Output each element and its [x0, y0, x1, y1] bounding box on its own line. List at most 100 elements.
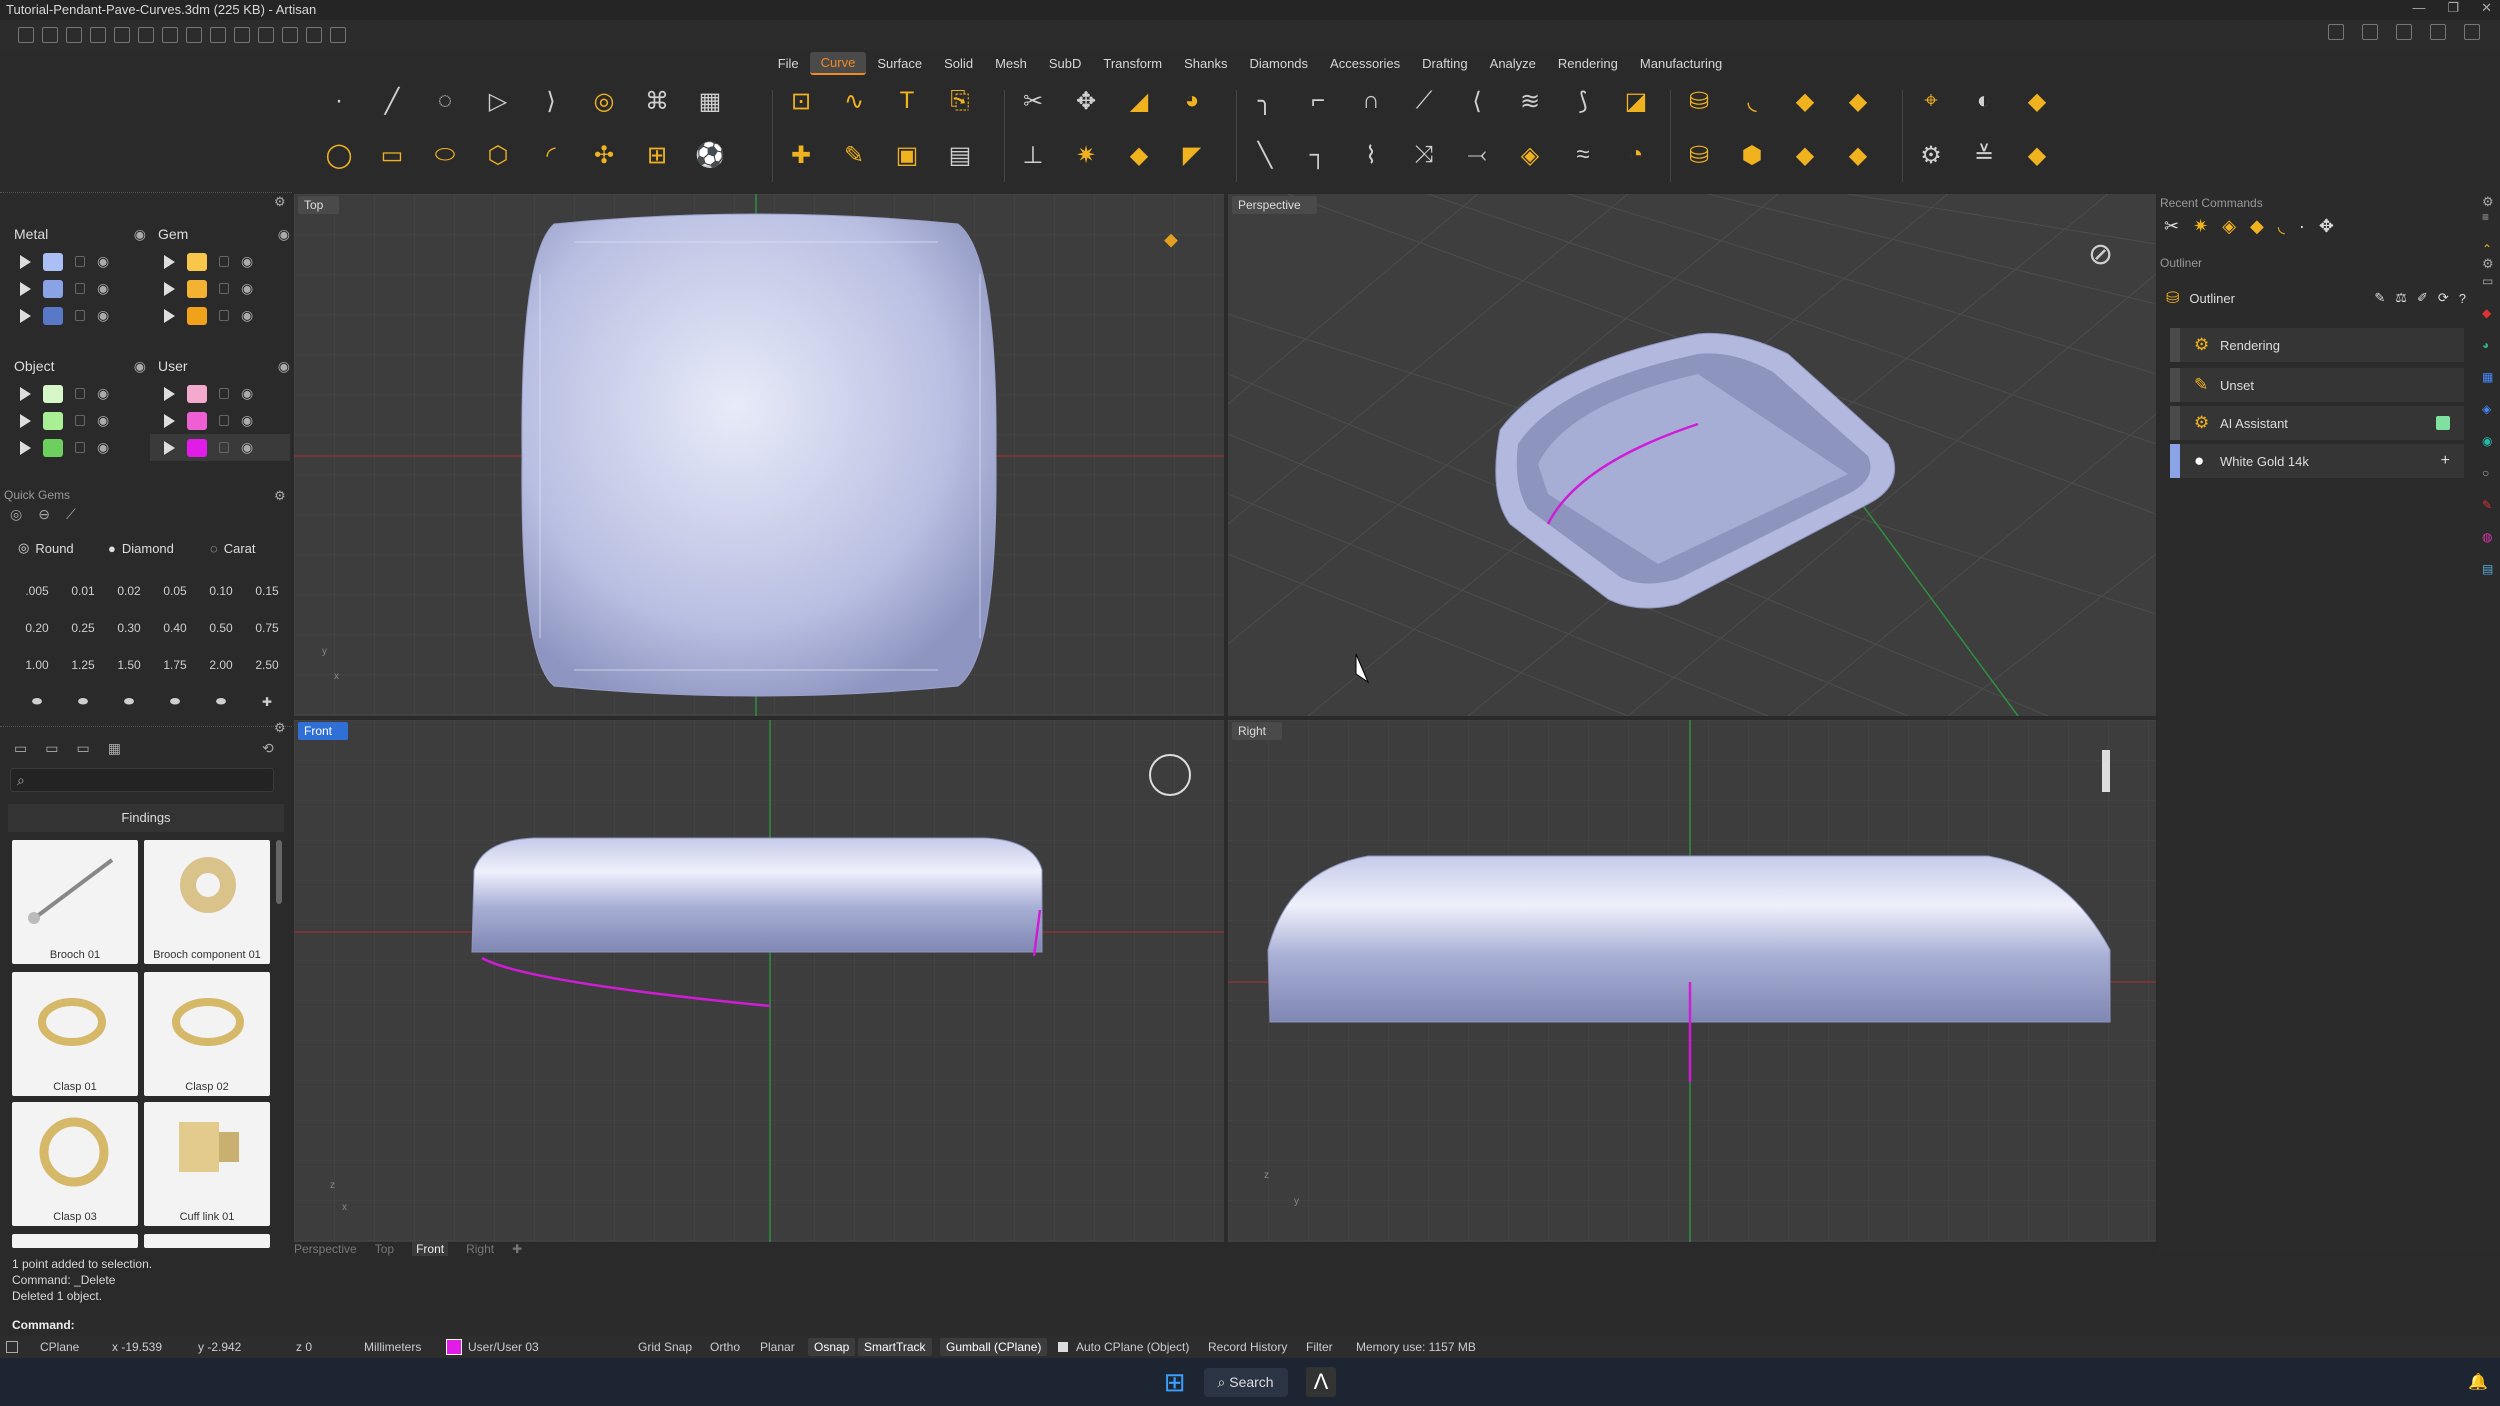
- sphere-points-icon[interactable]: ⚽: [691, 136, 729, 174]
- eye-icon[interactable]: ◉: [97, 412, 109, 429]
- gem-shape-icon[interactable]: ⬬: [152, 683, 198, 720]
- eye-icon[interactable]: ◉: [241, 307, 253, 324]
- notification-icon[interactable]: 🔔: [2468, 1372, 2488, 1392]
- import-folder-icon[interactable]: ▭: [76, 740, 89, 757]
- viewport-right[interactable]: z y Right: [1228, 720, 2156, 1242]
- gear-icon[interactable]: ⚙: [274, 194, 286, 210]
- curve-from-object-icon[interactable]: ✣: [585, 136, 623, 174]
- patch-icon[interactable]: ⬢: [1733, 136, 1771, 174]
- gem-size[interactable]: 0.30: [106, 609, 152, 646]
- maximize-button[interactable]: ❐: [2447, 0, 2459, 20]
- sketch-icon[interactable]: ∿: [835, 82, 873, 120]
- gem-size[interactable]: 0.40: [152, 609, 198, 646]
- info-icon[interactable]: [2362, 24, 2378, 40]
- viewport-label-perspective[interactable]: Perspective: [1232, 196, 1317, 214]
- eye-icon[interactable]: ◉: [278, 352, 290, 380]
- lock-icon[interactable]: [219, 256, 229, 267]
- gem-size[interactable]: 0.75: [244, 609, 290, 646]
- view-icon[interactable]: ▦: [2482, 370, 2493, 384]
- menu-manufacturing[interactable]: Manufacturing: [1629, 53, 1733, 74]
- gem-size[interactable]: 0.10: [198, 572, 244, 609]
- viewport-label-top[interactable]: Top: [298, 196, 340, 214]
- layer-color-swatch[interactable]: [43, 252, 63, 271]
- redo-icon[interactable]: [138, 27, 154, 43]
- cylinder-icon[interactable]: ⛁: [1680, 82, 1718, 120]
- cap-icon[interactable]: ◆: [1839, 136, 1877, 174]
- gumball-icon[interactable]: ⬥: [1164, 229, 1178, 251]
- layers-toggle-icon[interactable]: [2396, 24, 2412, 40]
- connect-icon[interactable]: ┐: [1299, 136, 1337, 174]
- eye-icon[interactable]: ◉: [241, 412, 253, 429]
- viewport-label-right[interactable]: Right: [1232, 722, 1283, 740]
- add-folder-icon[interactable]: ▭: [45, 740, 58, 757]
- gem-size[interactable]: 1.25: [60, 646, 106, 683]
- gem-size[interactable]: 0.15: [244, 572, 290, 609]
- expand-icon[interactable]: [164, 254, 175, 269]
- adjust-end-icon[interactable]: ⟨: [1458, 82, 1496, 120]
- gem-size[interactable]: 0.25: [60, 609, 106, 646]
- gem-size[interactable]: 1.75: [152, 646, 198, 683]
- new-file-icon[interactable]: [18, 27, 34, 43]
- color-icon[interactable]: ◆: [2482, 306, 2493, 320]
- join-icon[interactable]: ◢: [1120, 82, 1158, 120]
- fillet-icon[interactable]: ╮: [1246, 82, 1284, 120]
- lock-icon[interactable]: [219, 442, 229, 453]
- wave-icon[interactable]: ≈: [1564, 136, 1602, 174]
- recent-trim-icon[interactable]: ✂: [2164, 216, 2179, 237]
- library-category-select[interactable]: Findings: [8, 804, 284, 832]
- light-icon[interactable]: ○: [2482, 466, 2493, 480]
- layer-color-swatch[interactable]: [187, 252, 207, 271]
- layer-color-swatch[interactable]: [187, 411, 207, 430]
- revolve-icon[interactable]: ⛁: [1680, 136, 1718, 174]
- ring-side-icon[interactable]: [2102, 750, 2110, 792]
- viewport-label-front[interactable]: Front: [298, 722, 349, 740]
- gem-shape-icon[interactable]: ⬬: [60, 683, 106, 720]
- gem-size[interactable]: 0.50: [198, 609, 244, 646]
- outliner-row[interactable]: ✎ Unset: [2170, 368, 2464, 402]
- expand-icon[interactable]: [20, 386, 31, 401]
- eye-icon[interactable]: ◉: [241, 280, 253, 297]
- menu-drafting[interactable]: Drafting: [1411, 53, 1479, 74]
- refresh-icon[interactable]: ⟲: [262, 740, 274, 757]
- text-object-icon[interactable]: ⎘: [941, 82, 979, 120]
- save-icon[interactable]: [162, 27, 178, 43]
- layer-row[interactable]: ◉: [150, 407, 290, 434]
- recent-gem-icon[interactable]: ◈: [2222, 216, 2236, 237]
- layer-color-swatch[interactable]: [187, 279, 207, 298]
- layer-color-swatch[interactable]: [43, 438, 63, 457]
- menu-transform[interactable]: Transform: [1092, 53, 1173, 74]
- help-icon[interactable]: ?: [2459, 291, 2466, 306]
- material-panel-icon[interactable]: ◉: [2482, 434, 2493, 448]
- chamfer-icon[interactable]: ⌐: [1299, 82, 1337, 120]
- outliner-tab[interactable]: Outliner: [2189, 291, 2235, 306]
- fair-icon[interactable]: ⟆: [1564, 82, 1602, 120]
- blend-icon[interactable]: ∩: [1352, 82, 1390, 120]
- library-item[interactable]: [144, 1234, 270, 1248]
- status-layer[interactable]: User/User 03: [468, 1340, 539, 1354]
- save-as-icon[interactable]: [186, 27, 202, 43]
- status-ortho[interactable]: Ortho: [710, 1340, 740, 1354]
- match-icon[interactable]: ⟋: [1405, 82, 1443, 120]
- expand-icon[interactable]: [164, 440, 175, 455]
- status-auto-cplane[interactable]: Auto CPlane (Object): [1076, 1340, 1189, 1354]
- help-icon[interactable]: [2464, 24, 2480, 40]
- outliner-row[interactable]: ⚙ AI Assistant: [2170, 406, 2464, 440]
- recent-split-icon[interactable]: ✥: [2319, 216, 2334, 237]
- artisan-app-icon[interactable]: Λ: [1305, 1367, 1337, 1397]
- analysis-tool-icon[interactable]: ⚙: [1912, 136, 1950, 174]
- menu-diamonds[interactable]: Diamonds: [1239, 53, 1320, 74]
- fit-icon[interactable]: ≚: [1965, 136, 2003, 174]
- eye-icon[interactable]: ◉: [241, 253, 253, 270]
- layer-row[interactable]: ◉: [6, 380, 146, 407]
- eye-icon[interactable]: ◉: [278, 220, 290, 248]
- eye-icon[interactable]: ◉: [97, 385, 109, 402]
- sun-icon[interactable]: ▤: [2482, 562, 2493, 576]
- taskbar-search[interactable]: ⌕ Search: [1203, 1367, 1288, 1397]
- status-smarttrack[interactable]: SmartTrack: [858, 1338, 932, 1356]
- menu-mesh[interactable]: Mesh: [984, 53, 1038, 74]
- env-icon[interactable]: ◍: [2482, 530, 2493, 544]
- lock-icon[interactable]: [75, 256, 85, 267]
- text-icon[interactable]: T: [888, 82, 926, 120]
- lock-icon[interactable]: [75, 310, 85, 321]
- ring-tool-icon[interactable]: ◐: [1965, 82, 2003, 120]
